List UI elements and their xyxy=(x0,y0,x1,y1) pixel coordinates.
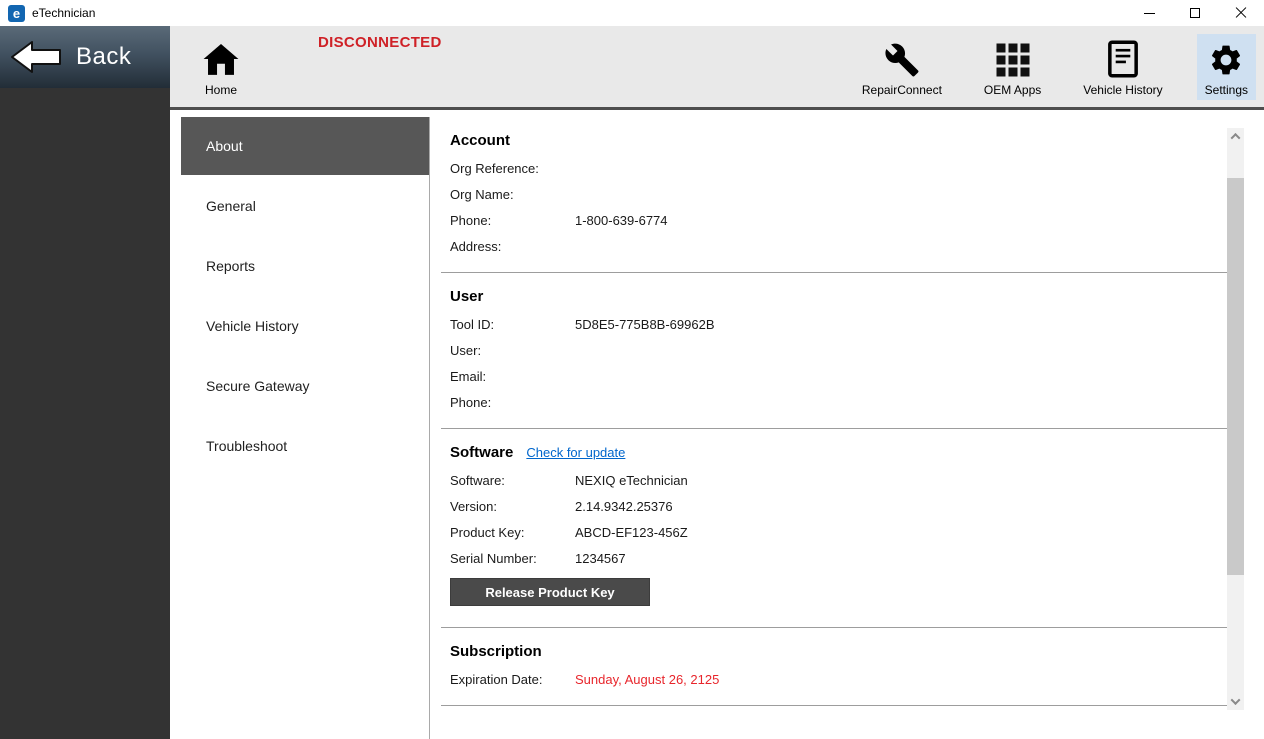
scroll-up-button[interactable] xyxy=(1227,128,1244,145)
chevron-down-icon xyxy=(1231,695,1241,705)
release-product-key-button[interactable]: Release Product Key xyxy=(450,578,650,606)
home-button[interactable]: Home xyxy=(194,34,248,100)
vertical-scrollbar[interactable] xyxy=(1227,128,1244,710)
software-section-title: Software Check for update xyxy=(441,429,1228,467)
app-logo-icon: e xyxy=(8,5,25,22)
menu-item-reports[interactable]: Reports xyxy=(181,237,429,295)
close-button[interactable] xyxy=(1218,0,1264,26)
account-row: Org Name: xyxy=(441,181,1228,207)
chevron-up-icon xyxy=(1231,133,1241,143)
wrench-icon xyxy=(884,38,920,78)
field-label: Email: xyxy=(450,369,575,384)
home-icon xyxy=(202,38,240,78)
account-row: Address: xyxy=(441,233,1228,259)
menu-item-general[interactable]: General xyxy=(181,177,429,235)
settings-menu: About General Reports Vehicle History Se… xyxy=(181,117,429,477)
check-for-update-link[interactable]: Check for update xyxy=(526,445,625,460)
user-row: User: xyxy=(441,337,1228,363)
maximize-icon xyxy=(1190,8,1200,18)
menu-item-troubleshoot[interactable]: Troubleshoot xyxy=(181,417,429,475)
account-row: Phone: 1-800-639-6774 xyxy=(441,207,1228,233)
window-controls xyxy=(1126,0,1264,26)
field-value: 1234567 xyxy=(575,551,626,566)
minimize-button[interactable] xyxy=(1126,0,1172,26)
user-section-title: User xyxy=(441,273,1228,311)
software-row: Product Key: ABCD-EF123-456Z xyxy=(441,519,1228,545)
account-section-title: Account xyxy=(441,110,1228,155)
scroll-down-button[interactable] xyxy=(1227,693,1244,710)
subscription-section-title: Subscription xyxy=(441,628,1228,666)
about-panel: Account Org Reference: Org Name: Phone: … xyxy=(441,110,1228,706)
menu-divider xyxy=(429,117,430,739)
repairconnect-button[interactable]: RepairConnect xyxy=(854,34,950,100)
oem-apps-button[interactable]: OEM Apps xyxy=(976,34,1049,100)
field-label: Org Name: xyxy=(450,187,575,202)
back-button[interactable]: Back xyxy=(0,26,170,88)
home-label: Home xyxy=(205,83,237,97)
field-label: Address: xyxy=(450,239,575,254)
subscription-row: Expiration Date: Sunday, August 26, 2125 xyxy=(441,666,1228,692)
user-row: Tool ID: 5D8E5-775B8B-69962B xyxy=(441,311,1228,337)
field-value: 2.14.9342.25376 xyxy=(575,499,673,514)
software-row: Version: 2.14.9342.25376 xyxy=(441,493,1228,519)
field-label: Expiration Date: xyxy=(450,672,575,687)
field-value: NEXIQ eTechnician xyxy=(575,473,688,488)
vehicle-history-label: Vehicle History xyxy=(1083,83,1162,97)
titlebar: e eTechnician xyxy=(0,0,1264,26)
vehicle-history-button[interactable]: Vehicle History xyxy=(1075,34,1170,100)
account-row: Org Reference: xyxy=(441,155,1228,181)
field-value: ABCD-EF123-456Z xyxy=(575,525,688,540)
sidebar xyxy=(0,88,170,739)
user-row: Email: xyxy=(441,363,1228,389)
grid-icon xyxy=(995,38,1031,78)
gear-icon xyxy=(1208,38,1244,78)
field-label: Product Key: xyxy=(450,525,575,540)
section-divider xyxy=(441,705,1228,706)
field-value: 1-800-639-6774 xyxy=(575,213,668,228)
oem-apps-label: OEM Apps xyxy=(984,83,1041,97)
document-icon xyxy=(1106,38,1140,78)
software-row: Serial Number: 1234567 xyxy=(441,545,1228,571)
field-label: Phone: xyxy=(450,395,575,410)
minimize-icon xyxy=(1144,13,1155,14)
menu-item-vehicle-history[interactable]: Vehicle History xyxy=(181,297,429,355)
maximize-button[interactable] xyxy=(1172,0,1218,26)
toolbar-bar: Home DISCONNECTED RepairConnect xyxy=(170,26,1264,110)
close-icon xyxy=(1235,7,1247,19)
field-label: Phone: xyxy=(450,213,575,228)
window-title: eTechnician xyxy=(32,6,95,20)
back-button-label: Back xyxy=(76,43,131,71)
settings-button[interactable]: Settings xyxy=(1197,34,1256,100)
field-label: Tool ID: xyxy=(450,317,575,332)
scrollbar-thumb[interactable] xyxy=(1227,178,1244,575)
field-label: Serial Number: xyxy=(450,551,575,566)
settings-label: Settings xyxy=(1205,83,1248,97)
user-row: Phone: xyxy=(441,389,1228,415)
repairconnect-label: RepairConnect xyxy=(862,83,942,97)
software-row: Software: NEXIQ eTechnician xyxy=(441,467,1228,493)
field-label: User: xyxy=(450,343,575,358)
field-label: Org Reference: xyxy=(450,161,575,176)
expiration-date-value: Sunday, August 26, 2125 xyxy=(575,672,719,687)
back-arrow-icon xyxy=(10,39,62,75)
field-label: Software: xyxy=(450,473,575,488)
menu-item-about[interactable]: About xyxy=(181,117,429,175)
connection-status: DISCONNECTED xyxy=(318,34,442,51)
field-label: Version: xyxy=(450,499,575,514)
toolbar-actions: RepairConnect OEM Apps xyxy=(854,34,1256,100)
main-content: About General Reports Vehicle History Se… xyxy=(170,110,1264,739)
menu-item-secure-gateway[interactable]: Secure Gateway xyxy=(181,357,429,415)
field-value: 5D8E5-775B8B-69962B xyxy=(575,317,715,332)
